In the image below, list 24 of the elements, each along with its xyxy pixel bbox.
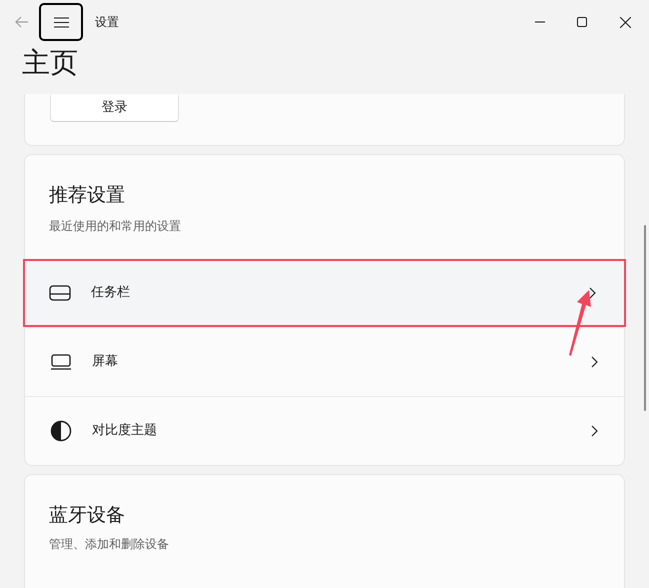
section-subtitle: 最近使用的和常用的设置 [49, 218, 182, 235]
menu-button[interactable] [39, 3, 83, 41]
close-icon[interactable] [620, 16, 631, 28]
settings-item[interactable]: 任务栏 [23, 259, 626, 327]
section-title: 蓝牙设备 [49, 503, 126, 528]
contrast-icon [50, 420, 72, 442]
section-subtitle: 管理、添加和删除设备 [49, 536, 170, 553]
chevron-right-icon [591, 356, 598, 368]
login-button[interactable]: 登录 [50, 94, 179, 122]
chevron-right-icon [591, 425, 598, 437]
laptop-icon [50, 354, 72, 370]
scrollbar[interactable] [644, 225, 646, 411]
section-title: 推荐设置 [49, 183, 126, 208]
menu-icon [54, 16, 68, 28]
settings-item[interactable]: 对比度主题 [25, 396, 624, 465]
window-title: 设置 [95, 14, 119, 31]
taskbar-icon [49, 285, 71, 301]
item-label: 屏幕 [92, 353, 118, 372]
page-title: 主页 [22, 45, 79, 81]
chevron-right-icon [589, 287, 596, 299]
annotation-arrow [567, 288, 593, 356]
item-label: 对比度主题 [92, 422, 157, 440]
maximize-icon[interactable] [577, 17, 587, 27]
item-label: 任务栏 [91, 284, 130, 302]
